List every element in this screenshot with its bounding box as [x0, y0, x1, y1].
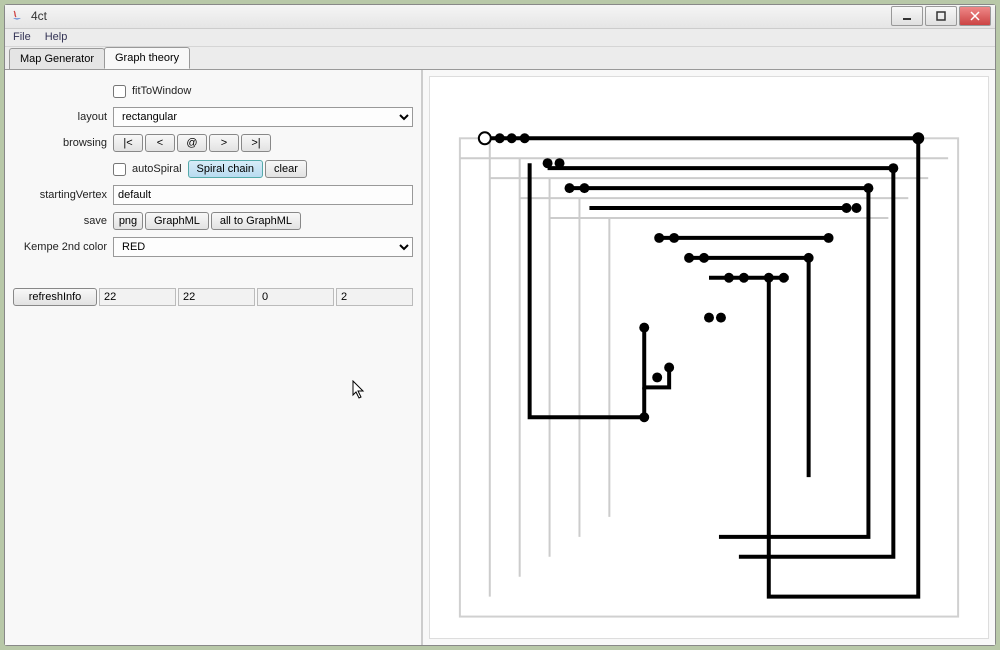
java-icon [9, 8, 25, 24]
all-to-graphml-button[interactable]: all to GraphML [211, 212, 301, 230]
row-fit-to-window: fitToWindow [13, 80, 413, 102]
close-button[interactable] [959, 6, 991, 26]
png-button[interactable]: png [113, 212, 143, 230]
browsing-label: browsing [13, 137, 113, 149]
menu-file[interactable]: File [13, 31, 31, 43]
first-button[interactable]: |< [113, 134, 143, 152]
menubar: File Help [5, 29, 995, 48]
window-title: 4ct [31, 9, 891, 23]
fit-to-window-label: fitToWindow [132, 85, 191, 97]
tab-map-generator[interactable]: Map Generator [9, 48, 105, 69]
starting-vertex-label: startingVertex [13, 189, 113, 201]
kempe-select[interactable]: RED [113, 237, 413, 257]
prev-button[interactable]: < [145, 134, 175, 152]
row-browsing: browsing |< < @ > >| [13, 132, 413, 154]
minimize-button[interactable] [891, 6, 923, 26]
main-window: 4ct File Help Map Generator Graph theory… [4, 4, 996, 646]
at-button[interactable]: @ [177, 134, 207, 152]
auto-spiral-label: autoSpiral [132, 163, 182, 175]
titlebar: 4ct [5, 5, 995, 29]
kempe-label: Kempe 2nd color [13, 241, 113, 253]
row-kempe: Kempe 2nd color RED [13, 236, 413, 258]
clear-button[interactable]: clear [265, 160, 307, 178]
row-save: save png GraphML all to GraphML [13, 210, 413, 232]
last-button[interactable]: >| [241, 134, 271, 152]
tabbar: Map Generator Graph theory [5, 47, 995, 69]
row-layout: layout rectangular [13, 106, 413, 128]
refresh-info-button[interactable]: refreshInfo [13, 288, 97, 306]
graph-canvas[interactable] [430, 77, 988, 638]
row-spiral: autoSpiral Spiral chain clear [13, 158, 413, 180]
next-button[interactable]: > [209, 134, 239, 152]
spiral-chain-button[interactable]: Spiral chain [188, 160, 263, 178]
content-area: fitToWindow layout rectangular browsing … [5, 69, 995, 645]
graphml-button[interactable]: GraphML [145, 212, 209, 230]
row-starting-vertex: startingVertex [13, 184, 413, 206]
starting-vertex-input[interactable] [113, 185, 413, 205]
maximize-button[interactable] [925, 6, 957, 26]
window-controls [891, 6, 991, 26]
left-panel: fitToWindow layout rectangular browsing … [5, 70, 423, 645]
fit-to-window-checkbox[interactable] [113, 85, 126, 98]
menu-help[interactable]: Help [45, 31, 68, 43]
info-value-1: 22 [99, 288, 176, 306]
layout-label: layout [13, 111, 113, 123]
tab-graph-theory[interactable]: Graph theory [104, 47, 190, 69]
save-label: save [13, 215, 113, 227]
auto-spiral-checkbox[interactable] [113, 163, 126, 176]
info-row: refreshInfo 22 22 0 2 [13, 288, 413, 306]
graph-panel [429, 76, 989, 639]
layout-select[interactable]: rectangular [113, 107, 413, 127]
info-value-3: 0 [257, 288, 334, 306]
info-value-4: 2 [336, 288, 413, 306]
info-value-2: 22 [178, 288, 255, 306]
